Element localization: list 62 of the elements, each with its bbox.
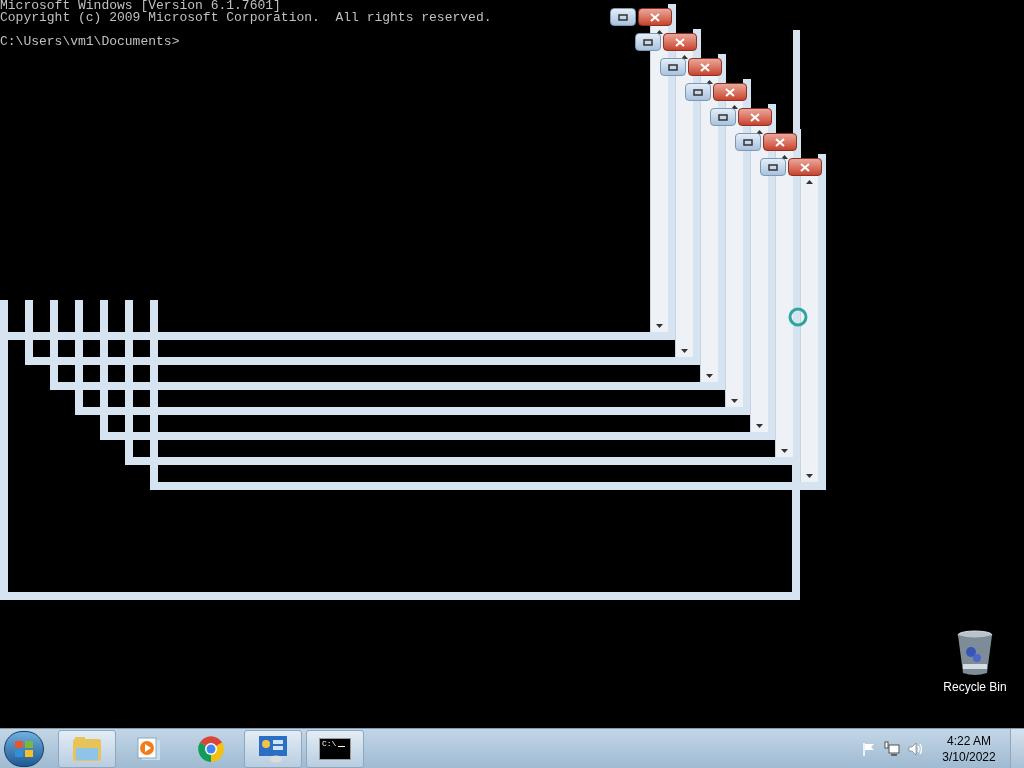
media-player-icon: [136, 735, 162, 762]
close-button[interactable]: [788, 158, 822, 176]
control-panel-icon: [257, 734, 289, 763]
restore-button[interactable]: [685, 83, 711, 101]
browser-icon: [196, 733, 226, 764]
restore-button[interactable]: [710, 108, 736, 126]
close-icon: [650, 12, 660, 22]
windows-logo-icon: [14, 739, 34, 758]
desktop-icon-label[interactable]: Recycle Bin: [943, 680, 1007, 694]
up-arrow-icon[interactable]: [756, 130, 763, 134]
taskbar-button[interactable]: [244, 729, 302, 768]
restore-icon: [693, 88, 703, 96]
up-arrow-icon[interactable]: [806, 180, 813, 184]
close-icon: [700, 62, 710, 72]
close-button[interactable]: [763, 133, 797, 151]
console-icon-text: C:\: [322, 738, 337, 749]
restore-icon: [618, 13, 628, 21]
console-line: Copyright (c) 2009 Microsoft Corporation. All rights reserved.: [0, 12, 492, 24]
up-arrow-icon[interactable]: [656, 30, 663, 34]
close-icon: [775, 137, 785, 147]
restore-icon: [718, 113, 728, 121]
close-button[interactable]: [713, 83, 747, 101]
volume-icon[interactable]: [908, 741, 924, 756]
close-button[interactable]: [738, 108, 772, 126]
clock-time: 4:22 AM: [947, 732, 991, 749]
restore-icon: [668, 63, 678, 71]
restore-icon: [743, 138, 753, 146]
restore-button[interactable]: [760, 158, 786, 176]
recycle-bin-icon[interactable]: [956, 630, 994, 676]
start-button[interactable]: [4, 730, 44, 767]
restore-button[interactable]: [735, 133, 761, 151]
down-arrow-icon[interactable]: [756, 424, 763, 428]
folder-icon: [72, 735, 102, 762]
busy-cursor-icon: [788, 307, 808, 327]
clock-date: 3/10/2022: [942, 748, 996, 765]
console-line: Microsoft Windows [Version 6.1.7601]: [0, 0, 281, 12]
down-arrow-icon[interactable]: [781, 449, 788, 453]
up-arrow-icon[interactable]: [681, 55, 688, 59]
network-icon[interactable]: [884, 740, 900, 757]
down-arrow-icon[interactable]: [656, 324, 663, 328]
close-icon: [800, 162, 810, 172]
console-prompt: C:\Users\vm1\Documents>: [0, 36, 181, 48]
close-icon: [750, 112, 760, 122]
close-button[interactable]: [688, 58, 722, 76]
down-arrow-icon[interactable]: [806, 474, 813, 478]
restore-icon: [643, 38, 653, 46]
down-arrow-icon[interactable]: [731, 399, 738, 403]
up-arrow-icon[interactable]: [731, 105, 738, 109]
restore-button[interactable]: [610, 8, 636, 26]
close-button[interactable]: [663, 33, 697, 51]
clock[interactable]: 4:22 AM 3/10/2022: [934, 732, 1004, 765]
up-arrow-icon[interactable]: [781, 155, 788, 159]
down-arrow-icon[interactable]: [681, 349, 688, 353]
down-arrow-icon[interactable]: [706, 374, 713, 378]
restore-button[interactable]: [660, 58, 686, 76]
up-arrow-icon[interactable]: [706, 80, 713, 84]
taskbar-button[interactable]: C:\: [306, 729, 364, 768]
restore-button[interactable]: [635, 33, 661, 51]
close-icon: [675, 37, 685, 47]
close-button[interactable]: [638, 8, 672, 26]
restore-icon: [768, 163, 778, 171]
close-icon: [725, 87, 735, 97]
